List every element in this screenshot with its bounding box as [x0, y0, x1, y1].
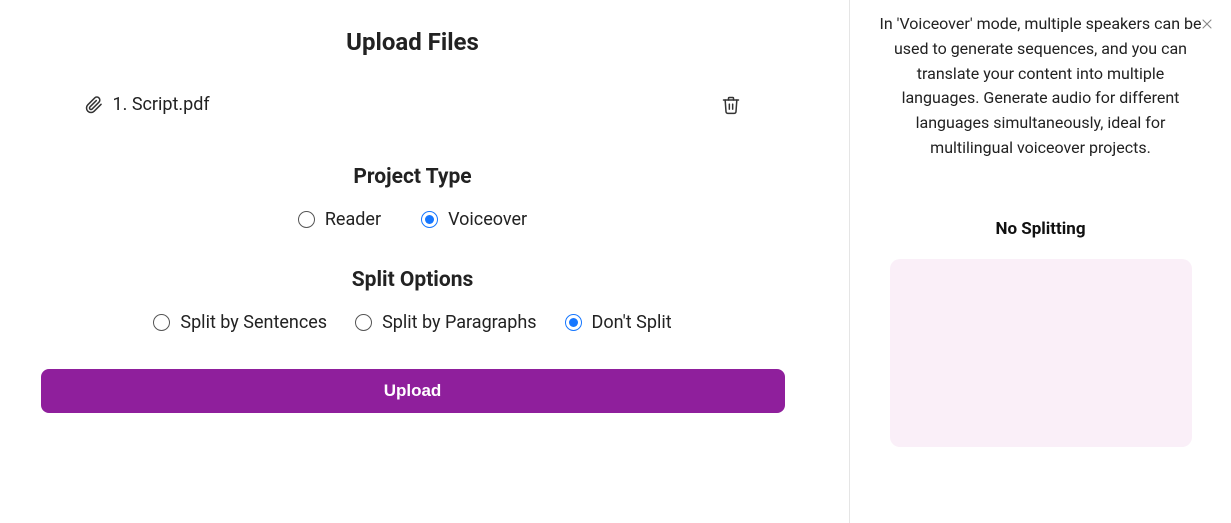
main-panel: Upload Files 1. Script.pdf [0, 0, 849, 523]
project-type-group: Reader Voiceover [298, 209, 527, 230]
preview-box [890, 259, 1192, 447]
radio-icon [355, 314, 372, 331]
radio-split-sentences[interactable]: Split by Sentences [153, 312, 327, 333]
radio-icon [565, 314, 582, 331]
page-title: Upload Files [346, 28, 479, 56]
sidebar-description: In 'Voiceover' mode, multiple speakers c… [868, 12, 1213, 161]
file-info: 1. Script.pdf [85, 94, 210, 115]
radio-label: Split by Paragraphs [382, 312, 536, 333]
sidebar-panel: In 'Voiceover' mode, multiple speakers c… [850, 0, 1231, 523]
radio-split-paragraphs[interactable]: Split by Paragraphs [355, 312, 536, 333]
attachment-icon [85, 96, 103, 114]
split-options-group: Split by Sentences Split by Paragraphs D… [153, 312, 671, 333]
radio-icon [298, 211, 315, 228]
radio-reader[interactable]: Reader [298, 209, 381, 230]
radio-icon [153, 314, 170, 331]
file-name: 1. Script.pdf [113, 94, 210, 115]
upload-button[interactable]: Upload [41, 369, 785, 413]
radio-icon [421, 211, 438, 228]
project-type-title: Project Type [353, 165, 471, 189]
split-options-title: Split Options [352, 268, 474, 292]
radio-dont-split[interactable]: Don't Split [565, 312, 672, 333]
main-inner: Upload Files 1. Script.pdf [41, 24, 785, 413]
delete-icon[interactable] [721, 95, 741, 115]
preview-title: No Splitting [995, 219, 1085, 239]
file-row: 1. Script.pdf [41, 94, 785, 115]
close-icon[interactable] [1199, 16, 1215, 36]
radio-voiceover[interactable]: Voiceover [421, 209, 527, 230]
radio-label: Voiceover [448, 209, 527, 230]
radio-label: Reader [325, 209, 381, 230]
radio-label: Split by Sentences [180, 312, 327, 333]
radio-label: Don't Split [592, 312, 672, 333]
